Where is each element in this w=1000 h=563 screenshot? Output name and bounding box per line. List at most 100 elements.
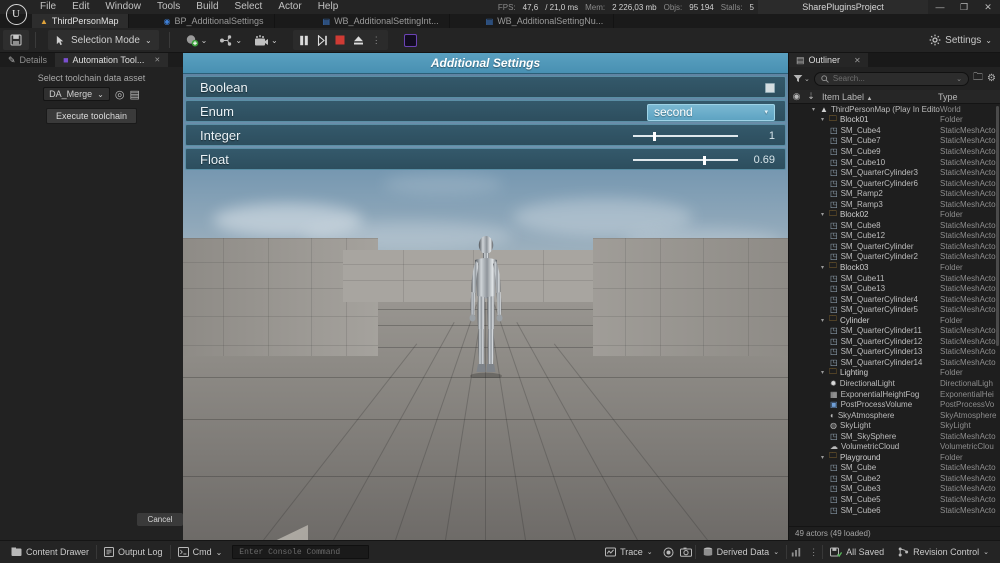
all-saved-button[interactable]: All Saved bbox=[823, 544, 891, 561]
outliner-row[interactable]: ▦ ExponentialHeightFog ExponentialHei bbox=[789, 389, 1000, 400]
outliner-row[interactable]: ✹ DirectionalLight DirectionalLigh bbox=[789, 378, 1000, 389]
maximize-icon[interactable]: ❐ bbox=[952, 0, 976, 14]
outliner-row[interactable]: ◳ SM_QuarterCylinder13 StaticMeshActo bbox=[789, 347, 1000, 358]
close-icon[interactable]: ✕ bbox=[154, 56, 160, 64]
outliner-row[interactable]: ◳ SM_QuarterCylinder6 StaticMeshActo bbox=[789, 178, 1000, 189]
outliner-row[interactable]: ◐ SkyAtmosphere SkyAtmosphere bbox=[789, 410, 1000, 421]
outliner-row[interactable]: ▾ 🗀 Block01 Folder bbox=[789, 114, 1000, 126]
menu-file[interactable]: File bbox=[32, 0, 64, 14]
outliner-row[interactable]: ▣ PostProcessVolume PostProcessVo bbox=[789, 399, 1000, 410]
slider-handle[interactable] bbox=[703, 156, 707, 165]
tab-bp-additionalsettings[interactable]: ◉ BP_AdditionalSettings bbox=[155, 14, 275, 28]
outliner-row[interactable]: ◳ SM_Cube9 StaticMeshActo bbox=[789, 146, 1000, 157]
outliner-row[interactable]: ◍ SkyLight SkyLight bbox=[789, 420, 1000, 431]
trace-button[interactable]: Trace ⌄ bbox=[598, 544, 660, 561]
menu-tools[interactable]: Tools bbox=[149, 0, 188, 14]
row-integer[interactable]: Integer 1 bbox=[185, 124, 786, 146]
pause-button[interactable] bbox=[296, 31, 313, 49]
tab-outliner[interactable]: ▤ Outliner ✕ bbox=[789, 53, 868, 67]
column-item-label[interactable]: Item Label ▲ bbox=[818, 92, 938, 102]
outliner-row[interactable]: ▾ 🗀 Playground Folder bbox=[789, 451, 1000, 463]
outliner-row[interactable]: ◳ SM_Ramp2 StaticMeshActo bbox=[789, 188, 1000, 199]
tab-thirdpersonmap[interactable]: ▲ ThirdPersonMap bbox=[32, 14, 130, 28]
outliner-row[interactable]: ◳ SM_SkySphere StaticMeshActo bbox=[789, 431, 1000, 442]
outliner-row[interactable]: ◳ SM_QuarterCylinder3 StaticMeshActo bbox=[789, 167, 1000, 178]
chevron-down-icon[interactable]: ⌄ bbox=[956, 75, 962, 83]
outliner-row[interactable]: ◳ SM_Cube3 StaticMeshActo bbox=[789, 484, 1000, 495]
expander-triangle-icon[interactable]: ▾ bbox=[821, 211, 824, 218]
enum-dropdown[interactable]: second ▾ bbox=[647, 103, 775, 121]
more-status-icon[interactable]: ⋮ bbox=[805, 544, 822, 561]
eject-button[interactable] bbox=[350, 31, 367, 49]
integer-slider[interactable] bbox=[633, 129, 738, 143]
outliner-row[interactable]: ◳ SM_Cube2 StaticMeshActo bbox=[789, 473, 1000, 484]
third-person-character[interactable] bbox=[459, 233, 513, 378]
output-log-button[interactable]: Output Log bbox=[97, 544, 170, 561]
cancel-button[interactable]: Cancel bbox=[137, 513, 183, 526]
outliner-row[interactable]: ◳ SM_Cube4 StaticMeshActo bbox=[789, 125, 1000, 136]
stop-button[interactable] bbox=[332, 31, 349, 49]
row-float[interactable]: Float 0.69 bbox=[185, 148, 786, 170]
outliner-row[interactable]: ◳ SM_Cube13 StaticMeshActo bbox=[789, 283, 1000, 294]
menu-window[interactable]: Window bbox=[97, 0, 149, 14]
outliner-row[interactable]: ◳ SM_QuarterCylinder12 StaticMeshActo bbox=[789, 336, 1000, 347]
expander-triangle-icon[interactable]: ▾ bbox=[821, 264, 824, 271]
close-icon[interactable]: ✕ bbox=[854, 56, 861, 65]
slider-handle[interactable] bbox=[653, 132, 657, 141]
row-boolean[interactable]: Boolean bbox=[185, 76, 786, 98]
unreal-logo-icon[interactable]: U bbox=[2, 0, 30, 28]
expander-triangle-icon[interactable]: ▾ bbox=[812, 106, 815, 113]
outliner-row[interactable]: ◳ SM_Cube12 StaticMeshActo bbox=[789, 231, 1000, 242]
column-type[interactable]: Type bbox=[938, 92, 1000, 102]
outliner-row[interactable]: ◳ SM_Cube6 StaticMeshActo bbox=[789, 505, 1000, 516]
content-drawer-button[interactable]: Content Drawer bbox=[4, 544, 96, 561]
outliner-row[interactable]: ◳ SM_Cube11 StaticMeshActo bbox=[789, 273, 1000, 284]
outliner-row[interactable]: ◳ SM_QuarterCylinder StaticMeshActo bbox=[789, 241, 1000, 252]
level-viewport[interactable]: Additional Settings Boolean Enum second … bbox=[183, 53, 788, 540]
expander-triangle-icon[interactable]: ▾ bbox=[821, 317, 824, 324]
screenshot-button[interactable] bbox=[677, 544, 695, 561]
float-slider[interactable] bbox=[633, 153, 738, 167]
menu-build[interactable]: Build bbox=[188, 0, 226, 14]
blueprints-button[interactable]: ⌄ bbox=[214, 30, 247, 50]
menu-help[interactable]: Help bbox=[310, 0, 347, 14]
boolean-checkbox[interactable] bbox=[765, 83, 775, 93]
selection-mode-dropdown[interactable]: Selection Mode ⌄ bbox=[48, 30, 159, 50]
menu-select[interactable]: Select bbox=[227, 0, 271, 14]
tab-wb-additionalsettingint[interactable]: ▤ WB_AdditionalSettingInt... bbox=[315, 14, 450, 28]
browse-to-asset-icon[interactable]: ◎ bbox=[115, 88, 125, 101]
outliner-tree[interactable]: ▾ ▲ ThirdPersonMap (Play In Editor) World ▾ 🗀… bbox=[789, 104, 1000, 516]
tab-wb-additionalsettingnu[interactable]: ▤ WB_AdditionalSettingNu... bbox=[478, 14, 615, 28]
open-asset-icon[interactable]: ▤ bbox=[129, 88, 139, 101]
outliner-row[interactable]: ♟BP_ThirdPersonCharacter0Edit BP_ThirdP bbox=[789, 515, 1000, 516]
stats-button[interactable] bbox=[787, 544, 805, 561]
outliner-scrollbar[interactable] bbox=[996, 106, 999, 346]
expander-triangle-icon[interactable]: ▾ bbox=[821, 116, 824, 123]
eye-icon[interactable]: ◉ bbox=[789, 91, 804, 102]
menu-edit[interactable]: Edit bbox=[64, 0, 97, 14]
close-icon[interactable]: ✕ bbox=[976, 0, 1000, 14]
outliner-row[interactable]: ◳ SM_Cube10 StaticMeshActo bbox=[789, 157, 1000, 168]
outliner-row[interactable]: ▾ 🗀 Block03 Folder bbox=[789, 261, 1000, 273]
outliner-row[interactable]: ◳ SM_Cube7 StaticMeshActo bbox=[789, 136, 1000, 147]
cmd-dropdown[interactable]: Cmd ⌄ bbox=[171, 544, 230, 561]
console-command-input[interactable]: Enter Console Command bbox=[232, 545, 370, 559]
trace-record-button[interactable] bbox=[660, 544, 677, 561]
add-actor-button[interactable]: ⌄ bbox=[180, 30, 213, 50]
cinematics-button[interactable]: ⌄ bbox=[249, 30, 283, 50]
execute-toolchain-button[interactable]: Execute toolchain bbox=[45, 108, 138, 124]
tab-automation-tool[interactable]: ■ Automation Tool... ✕ bbox=[55, 53, 169, 67]
more-options-icon[interactable]: ⋮ bbox=[368, 31, 385, 49]
search-input[interactable]: Search... ⌄ bbox=[813, 71, 970, 86]
expander-triangle-icon[interactable]: ▾ bbox=[821, 369, 824, 376]
revision-control-button[interactable]: Revision Control ⌄ bbox=[891, 544, 996, 561]
derived-data-button[interactable]: Derived Data ⌄ bbox=[696, 544, 786, 561]
expander-triangle-icon[interactable]: ▾ bbox=[821, 454, 824, 461]
outliner-row[interactable]: ▾ 🗀 Lighting Folder bbox=[789, 367, 1000, 379]
settings-dropdown[interactable]: Settings ⌄ bbox=[929, 34, 992, 46]
pin-icon[interactable]: ⇣ bbox=[804, 91, 818, 102]
save-icon[interactable] bbox=[3, 30, 29, 50]
filter-button[interactable]: ⌄ bbox=[793, 74, 810, 83]
toolchain-asset-dropdown[interactable]: DA_Merge ⌄ bbox=[43, 87, 110, 101]
frame-step-button[interactable] bbox=[314, 31, 331, 49]
